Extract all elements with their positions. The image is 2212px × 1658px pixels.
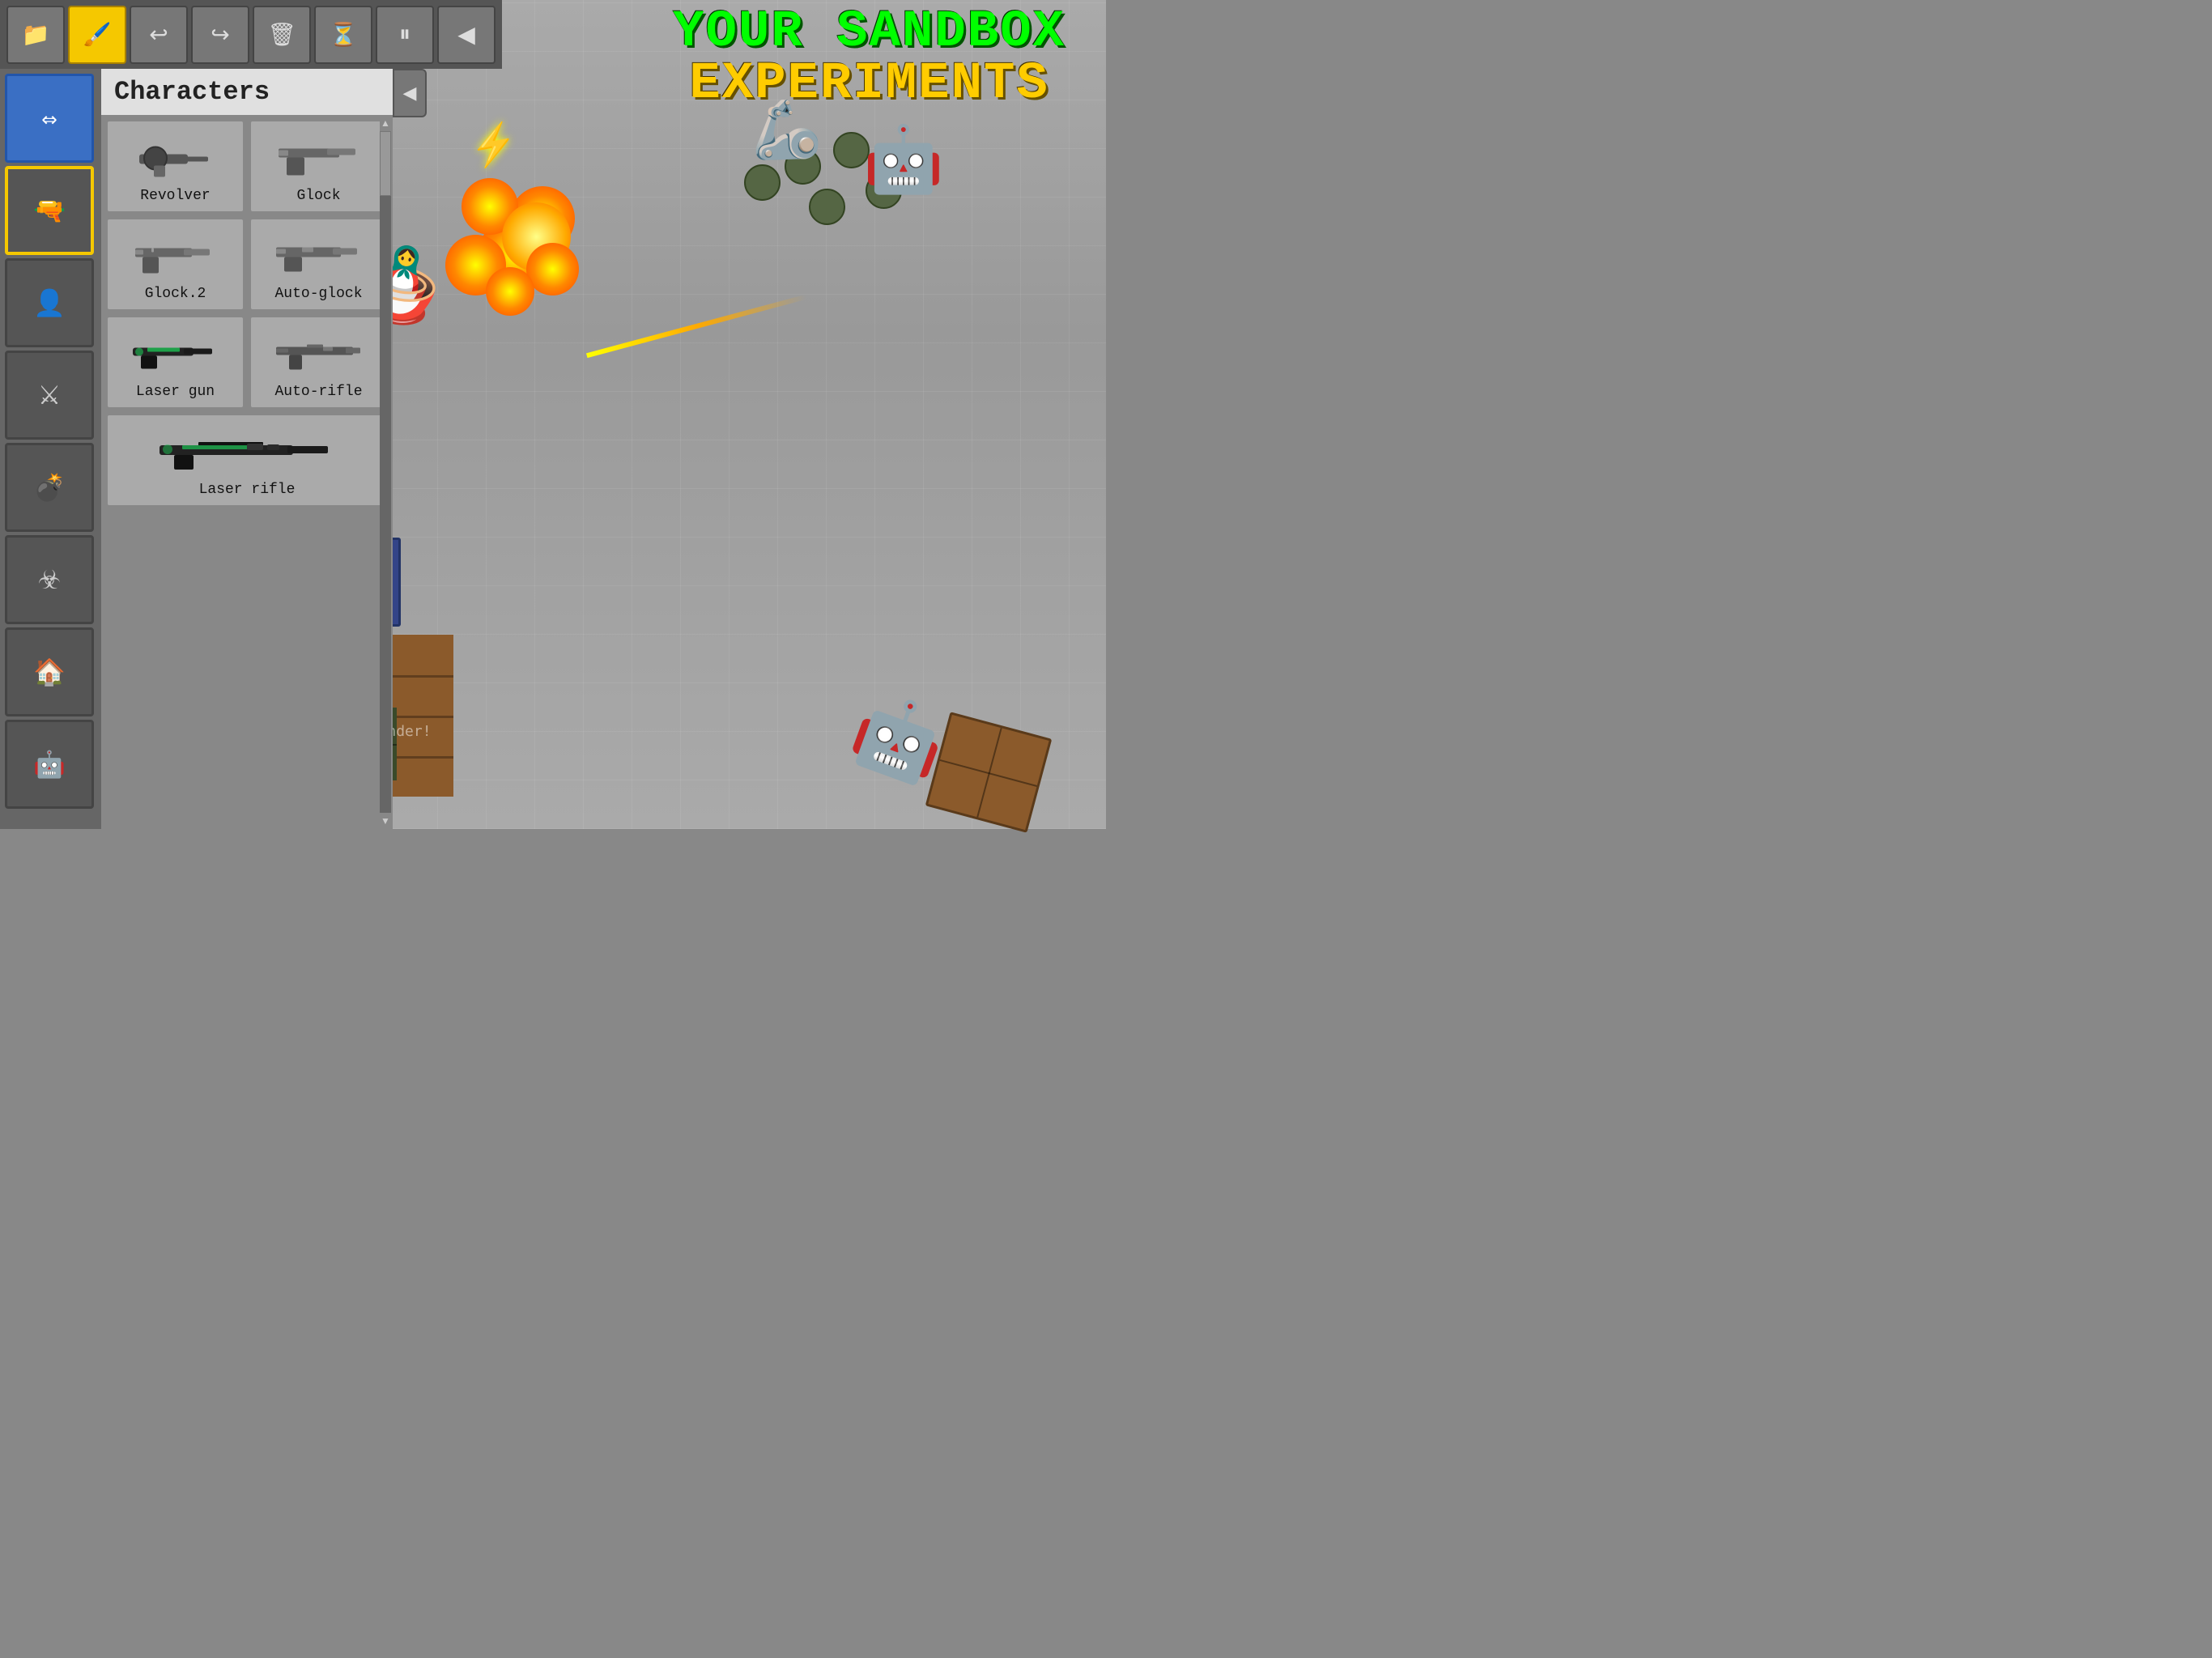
delete-icon: 🗑 xyxy=(267,21,296,48)
title-line2: EXPERIMENTS xyxy=(673,58,1066,110)
robot-green: 🤖 xyxy=(863,121,944,198)
autorifle-icon xyxy=(270,324,368,380)
lightning-effect: ⚡ xyxy=(466,117,522,172)
autorifle-label: Auto-rifle xyxy=(274,384,362,400)
glock-label: Glock xyxy=(296,188,340,204)
weapon-item-revolver[interactable]: Revolver xyxy=(106,120,245,213)
weapons-panel: Characters Revolver xyxy=(101,69,393,829)
autoglock-label: Auto-glock xyxy=(274,286,362,302)
head-icon: 👤 xyxy=(33,287,66,318)
weapon-item-autoglock[interactable]: Auto-glock xyxy=(249,218,388,311)
lasergun-icon xyxy=(127,324,224,380)
sidebar-item-bomb[interactable]: 💣 xyxy=(5,443,94,532)
delete-button[interactable]: 🗑 xyxy=(253,6,311,64)
arrow-left-icon: ◀ xyxy=(457,21,475,48)
sidebar-item-head[interactable]: 👤 xyxy=(5,258,94,347)
sidebar-item-robot[interactable]: 🤖 xyxy=(5,720,94,809)
weapon-item-lasergun[interactable]: Laser gun xyxy=(106,316,245,409)
scroll-down-button[interactable]: ▼ xyxy=(380,813,391,829)
undo-button[interactable]: ↩ xyxy=(130,6,188,64)
laserrifle-icon xyxy=(158,422,336,478)
panel-toggle-button[interactable]: ◀ xyxy=(393,69,427,117)
folder-button[interactable]: 📁 xyxy=(6,6,65,64)
sidebar-item-house[interactable]: 🏠 xyxy=(5,627,94,716)
laserrifle-label: Laser rifle xyxy=(199,482,296,498)
weapon-item-autorifle[interactable]: Auto-rifle xyxy=(249,316,388,409)
sidebar: ⇔ 🔫 👤 ⚔ 💣 ☣ 🏠 🤖 xyxy=(0,69,101,829)
lasergun-label: Laser gun xyxy=(136,384,215,400)
weapon-item-glock2[interactable]: Glock.2 xyxy=(106,218,245,311)
timer-button[interactable]: ⏳ xyxy=(314,6,372,64)
folder-icon: 📁 xyxy=(22,21,50,48)
collapse-button[interactable]: ◀ xyxy=(437,6,496,64)
arrows-icon: ⇔ xyxy=(41,103,57,134)
scroll-track: ▲ ▼ xyxy=(380,115,391,829)
paint-icon: 🖌️ xyxy=(83,21,112,48)
panel-header: Characters xyxy=(101,69,393,115)
weapon-grid: Revolver Glock xyxy=(106,120,388,507)
sidebar-item-gun[interactable]: 🔫 xyxy=(5,166,94,255)
toggle-arrow-icon: ◀ xyxy=(403,83,417,104)
panel-title: Characters xyxy=(114,77,270,107)
title-line1: YOUR SANDBOX xyxy=(673,6,1066,58)
scroll-up-button[interactable]: ▲ xyxy=(380,115,391,131)
bomb-icon: 💣 xyxy=(33,472,66,503)
glock-icon xyxy=(270,128,368,185)
sidebar-item-arrows[interactable]: ⇔ xyxy=(5,74,94,163)
biohazard-icon: ☣ xyxy=(38,564,62,595)
weapon-item-laserrifle[interactable]: Laser rifle xyxy=(106,414,388,507)
pause-icon: ⏸ xyxy=(399,21,410,48)
autoglock-icon xyxy=(270,226,368,283)
robot-icon: 🤖 xyxy=(33,749,66,780)
panel-scroll-area[interactable]: Revolver Glock xyxy=(101,115,393,829)
weapon-item-glock[interactable]: Glock xyxy=(249,120,388,213)
scroll-thumb[interactable] xyxy=(380,131,391,196)
glock2-icon xyxy=(127,226,224,283)
revolver-label: Revolver xyxy=(140,188,210,204)
sword-icon: ⚔ xyxy=(38,380,62,410)
sidebar-item-sword[interactable]: ⚔ xyxy=(5,351,94,440)
undo-icon: ↩ xyxy=(149,21,168,48)
laser-beam-effect xyxy=(586,295,806,358)
game-title: YOUR SANDBOX EXPERIMENTS xyxy=(673,6,1066,110)
redo-button[interactable]: ↪ xyxy=(191,6,249,64)
sidebar-item-biohazard[interactable]: ☣ xyxy=(5,535,94,624)
paint-button[interactable]: 🖌️ xyxy=(68,6,126,64)
redo-icon: ↪ xyxy=(211,21,229,48)
glock2-label: Glock.2 xyxy=(145,286,206,302)
revolver-icon xyxy=(127,128,224,185)
pause-button[interactable]: ⏸ xyxy=(376,6,434,64)
house-icon: 🏠 xyxy=(33,657,66,687)
gun-icon: 🔫 xyxy=(33,195,66,226)
toolbar: 📁 🖌️ ↩ ↪ 🗑 ⏳ ⏸ ◀ xyxy=(0,0,502,69)
timer-icon: ⏳ xyxy=(330,21,358,48)
